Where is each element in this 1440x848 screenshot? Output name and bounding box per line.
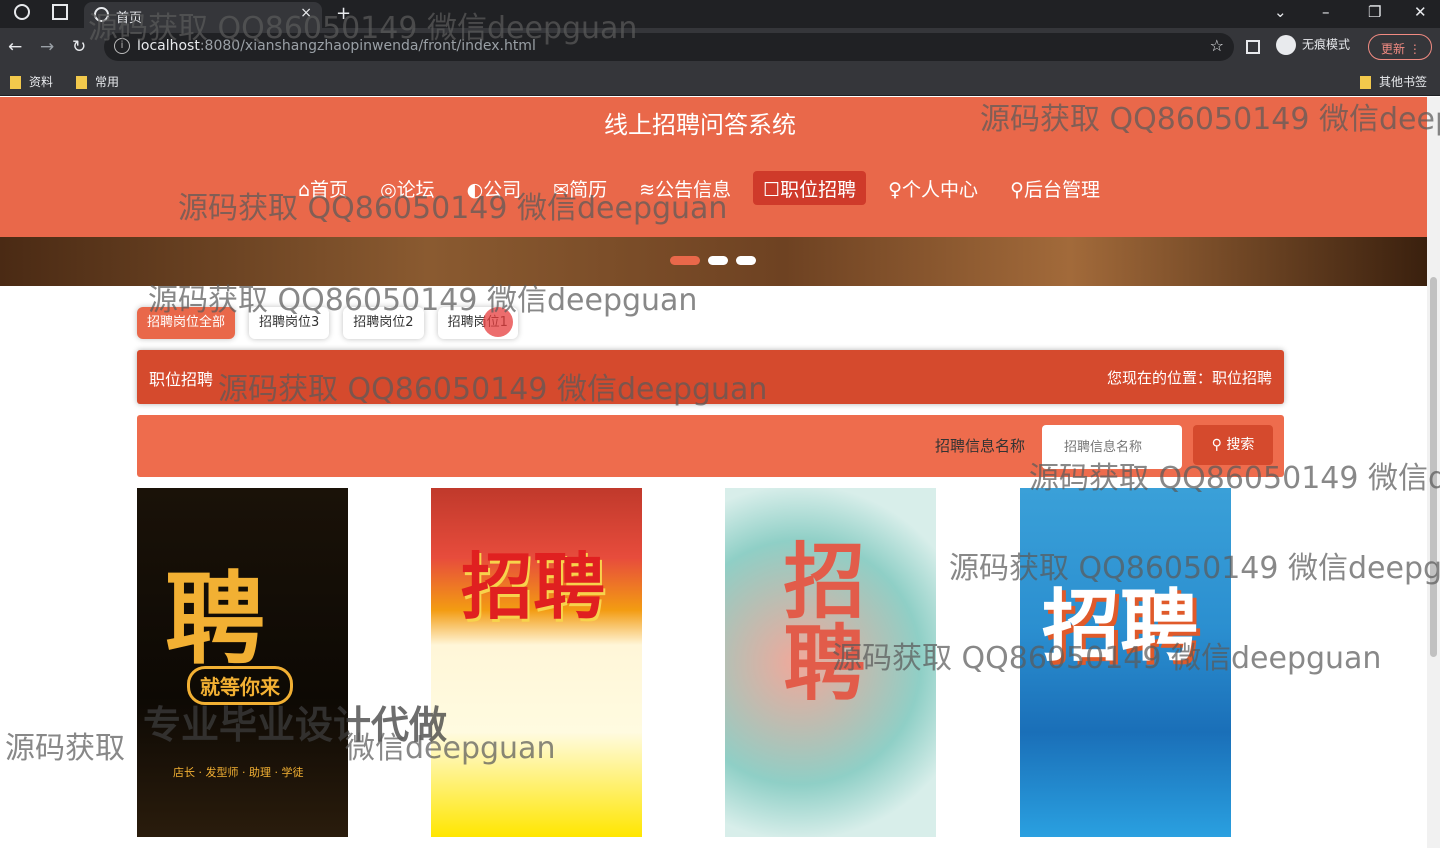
browser-toolbar: ← → ↻ i localhost:8080/xianshangzhaopinw…	[0, 28, 1440, 66]
category-all[interactable]: 招聘岗位全部	[137, 307, 236, 339]
address-bar[interactable]: i localhost:8080/xianshangzhaopinwenda/f…	[104, 33, 1234, 61]
section-title: 职位招聘	[149, 370, 214, 389]
url-path: :8080/xianshangzhaopinwenda/front/index.…	[199, 38, 536, 54]
tab-list-icon[interactable]	[52, 4, 68, 20]
poster-text: 招聘	[461, 545, 606, 629]
web-page: 线上招聘问答系统 ⌂首页 ◎论坛 ◐公司 ✉简历 ≋公告信息 ☐职位招聘 ♀个人…	[0, 97, 1427, 848]
bookmark-folder-ziliao[interactable]: 资料	[10, 73, 53, 90]
update-label: 更新	[1381, 42, 1406, 56]
category-2[interactable]: 招聘岗位2	[343, 307, 424, 339]
bookmark-star-icon[interactable]: ☆	[1210, 36, 1224, 55]
menu-item-profile[interactable]: ♀个人中心	[878, 171, 988, 205]
incognito-icon	[1276, 35, 1296, 55]
folder-icon	[10, 76, 21, 89]
browser-tab[interactable]: 首页 ×	[84, 2, 322, 28]
tab-title: 首页	[116, 11, 143, 26]
bookmark-label: 资料	[29, 75, 54, 89]
folder-icon	[1360, 76, 1371, 89]
carousel-dot[interactable]	[708, 256, 728, 265]
site-title: 线上招聘问答系统	[604, 111, 796, 139]
menu-item-home[interactable]: ⌂首页	[288, 171, 358, 205]
poster-roles: 店长 · 发型师 · 助理 · 学徒	[173, 766, 304, 779]
breadcrumb-bar: 职位招聘 您现在的位置：职位招聘	[137, 350, 1284, 404]
bookmark-label: 常用	[95, 75, 120, 89]
job-card[interactable]: 招聘	[431, 488, 642, 837]
minimize-button[interactable]: –	[1322, 3, 1330, 21]
browser-tab-bar: 首页 × + ⌄ – ❐ ✕	[0, 0, 1440, 28]
tab-close-icon[interactable]: ×	[300, 5, 312, 21]
incognito-indicator[interactable]: 无痕模式	[1276, 35, 1350, 55]
job-card[interactable]: 招聘	[725, 488, 936, 837]
menu-item-company[interactable]: ◐公司	[457, 171, 532, 205]
breadcrumb: 您现在的位置：职位招聘	[1106, 369, 1272, 387]
menu-item-resume[interactable]: ✉简历	[543, 171, 617, 205]
url-text[interactable]: localhost:8080/xianshangzhaopinwenda/fro…	[137, 38, 536, 54]
incognito-label: 无痕模式	[1302, 37, 1351, 52]
poster-text: 招聘	[769, 538, 864, 702]
tab-favicon-icon	[94, 7, 109, 22]
update-button[interactable]: 更新 ⋮	[1368, 34, 1432, 60]
reload-icon[interactable]: ↻	[72, 37, 86, 57]
menu-item-admin[interactable]: ⚲后台管理	[1000, 171, 1110, 205]
carousel-dot[interactable]	[670, 256, 700, 265]
site-header: 线上招聘问答系统 ⌂首页 ◎论坛 ◐公司 ✉简历 ≋公告信息 ☐职位招聘 ♀个人…	[0, 97, 1427, 237]
job-card[interactable]: 聘 就等你来 店长 · 发型师 · 助理 · 学徒	[137, 488, 348, 837]
search-label: 招聘信息名称	[935, 437, 1026, 455]
menu-item-jobs[interactable]: ☐职位招聘	[753, 171, 867, 205]
search-bar: 招聘信息名称 ⚲ 搜索	[137, 415, 1284, 477]
search-button[interactable]: ⚲ 搜索	[1193, 425, 1273, 465]
other-bookmarks-label: 其他书签	[1379, 75, 1428, 89]
poster-text: 聘	[165, 561, 265, 678]
page-scrollbar[interactable]	[1427, 97, 1440, 848]
menu-item-forum[interactable]: ◎论坛	[370, 171, 445, 205]
mouse-cursor	[483, 307, 513, 337]
forward-icon[interactable]: →	[40, 37, 54, 57]
side-panel-icon[interactable]	[1246, 40, 1260, 54]
main-menu: ⌂首页 ◎论坛 ◐公司 ✉简历 ≋公告信息 ☐职位招聘 ♀个人中心 ⚲后台管理	[288, 171, 1122, 205]
url-host: localhost	[137, 38, 200, 54]
other-bookmarks[interactable]: 其他书签	[1360, 73, 1427, 90]
poster-subtext: 就等你来	[187, 666, 293, 705]
carousel-dot[interactable]	[736, 256, 756, 265]
tab-search-icon[interactable]: ⌄	[1274, 3, 1287, 21]
poster-text: 招聘	[1042, 582, 1199, 672]
carousel-indicators	[670, 256, 756, 265]
restore-button[interactable]: ❐	[1368, 3, 1381, 21]
scrollbar-thumb[interactable]	[1430, 277, 1437, 657]
bookmarks-bar: 资料 常用 其他书签	[0, 66, 1440, 96]
close-window-button[interactable]: ✕	[1414, 3, 1427, 21]
new-tab-button[interactable]: +	[336, 3, 351, 24]
browser-menu-icon[interactable]	[14, 4, 30, 20]
menu-item-notice[interactable]: ≋公告信息	[629, 171, 741, 205]
bookmark-folder-changyong[interactable]: 常用	[76, 73, 119, 90]
search-input[interactable]	[1042, 425, 1182, 469]
site-info-icon[interactable]: i	[114, 38, 130, 54]
job-card[interactable]: 招聘	[1020, 488, 1231, 837]
category-3[interactable]: 招聘岗位3	[249, 307, 330, 339]
category-filter: 招聘岗位全部 招聘岗位3 招聘岗位2 招聘岗位1	[137, 307, 518, 339]
back-icon[interactable]: ←	[8, 37, 22, 57]
folder-icon	[76, 76, 87, 89]
